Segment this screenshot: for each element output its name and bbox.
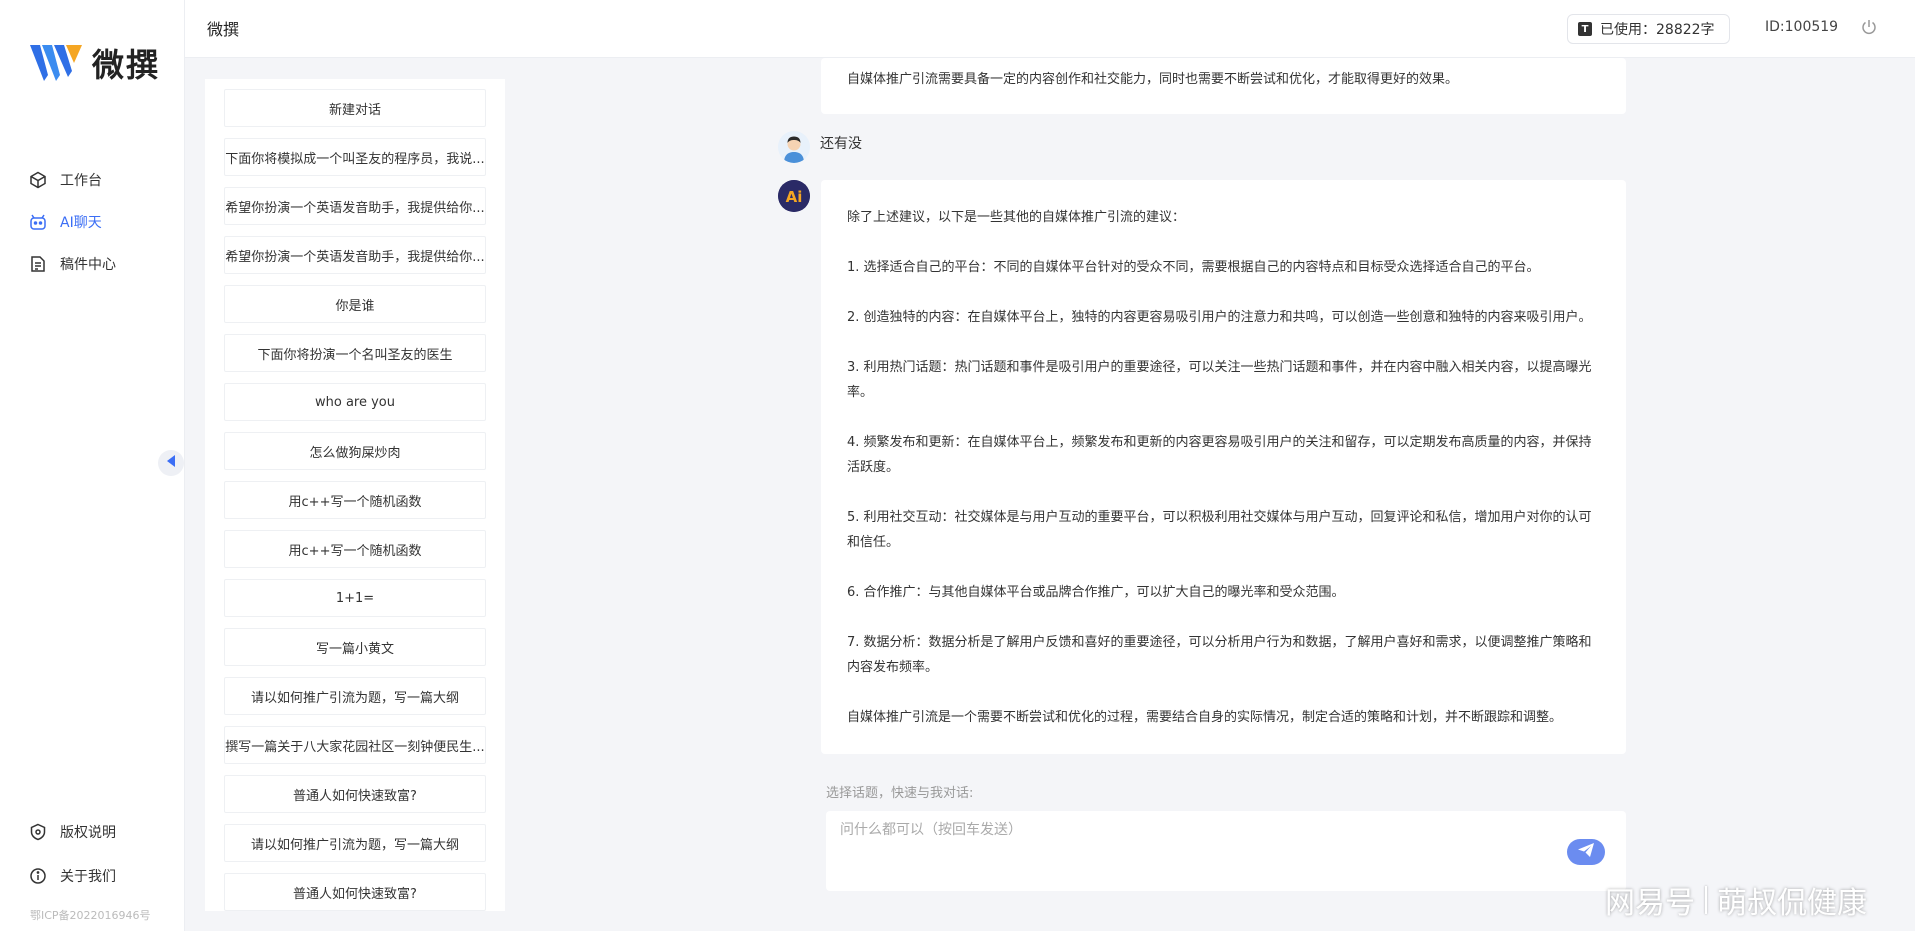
robot-icon — [28, 212, 48, 232]
chat-input-box — [826, 811, 1626, 891]
usage-badge: T 已使用： 28822字 — [1567, 14, 1730, 44]
document-icon — [28, 254, 48, 274]
power-icon[interactable] — [1860, 18, 1880, 38]
text-count-icon: T — [1578, 22, 1592, 36]
conversation-item[interactable]: 下面你将模拟成一个叫圣友的程序员，我说... — [224, 138, 486, 176]
app-logo[interactable]: 微撰 — [30, 40, 160, 86]
ai-message-bubble-previous: 自媒体推广引流需要具备一定的内容创作和社交能力，同时也需要不断尝试和优化，才能取… — [821, 58, 1626, 114]
ai-reply-point-3: 3. 利用热门话题：热门话题和事件是吸引用户的重要途径，可以关注一些热门话题和事… — [847, 360, 1592, 400]
ai-reply-point-4: 4. 频繁发布和更新：在自媒体平台上，频繁发布和更新的内容更容易吸引用户的关注和… — [847, 435, 1592, 475]
logo-text: 微撰 — [92, 46, 161, 84]
conversation-item[interactable]: 用c++写一个随机函数 — [224, 530, 486, 568]
nav-item-label: AI聊天 — [60, 215, 102, 231]
topic-label: 选择话题，快速与我对话: — [826, 786, 974, 801]
conversation-item[interactable]: 你是谁 — [224, 285, 486, 323]
page-title: 微撰 — [207, 20, 240, 39]
cube-icon — [28, 170, 48, 190]
watermark-divider — [1705, 886, 1707, 914]
conversation-item[interactable]: 希望你扮演一个英语发音助手，我提供给你... — [224, 187, 486, 225]
usage-label: 已使用： — [1600, 22, 1656, 38]
conversation-item[interactable]: 写一篇小黄文 — [224, 628, 486, 666]
logo-mark-icon — [30, 41, 86, 85]
info-icon — [28, 866, 48, 886]
chat-input[interactable] — [840, 819, 1580, 879]
icp-license[interactable]: 鄂ICP备2022016946号 — [30, 907, 151, 923]
shield-icon — [28, 822, 48, 842]
conversation-item[interactable]: 普通人如何快速致富? — [224, 873, 486, 911]
conversation-item[interactable]: 普通人如何快速致富? — [224, 775, 486, 813]
conversation-item[interactable]: 怎么做狗屎炒肉 — [224, 432, 486, 470]
ai-message-text: 自媒体推广引流需要具备一定的内容创作和社交能力，同时也需要不断尝试和优化，才能取… — [847, 72, 1459, 87]
send-button[interactable] — [1567, 839, 1605, 865]
conversation-item[interactable]: 下面你将扮演一个名叫圣友的医生 — [224, 334, 486, 372]
ai-reply-point-1: 1. 选择适合自己的平台：不同的自媒体平台针对的受众不同，需要根据自己的内容特点… — [847, 260, 1540, 275]
conversation-item[interactable]: who are you — [224, 383, 486, 421]
nav-item-label: 稿件中心 — [60, 257, 116, 273]
ai-reply-summary: 自媒体推广引流是一个需要不断尝试和优化的过程，需要结合自身的实际情况，制定合适的… — [847, 710, 1563, 725]
conversation-list: 新建对话 下面你将模拟成一个叫圣友的程序员，我说... 希望你扮演一个英语发音助… — [205, 79, 505, 911]
user-id: ID:100519 — [1765, 19, 1839, 35]
watermark-right: 萌叔侃健康 — [1717, 886, 1867, 921]
conversation-item[interactable]: 1+1= — [224, 579, 486, 617]
conversation-item[interactable]: 希望你扮演一个英语发音助手，我提供给你... — [224, 236, 486, 274]
new-chat-button[interactable]: 新建对话 — [224, 89, 486, 127]
ai-reply-point-2: 2. 创造独特的内容：在自媒体平台上，独特的内容更容易吸引用户的注意力和共鸣，可… — [847, 310, 1592, 325]
conversation-item[interactable]: 撰写一篇关于八大家花园社区一刻钟便民生... — [224, 726, 486, 764]
usage-value: 28822字 — [1656, 22, 1715, 38]
conversation-item[interactable]: 请以如何推广引流为题，写一篇大纲 — [224, 824, 486, 862]
ai-avatar: Ai — [778, 180, 810, 212]
paper-plane-icon — [1577, 842, 1595, 862]
collapse-sidebar-button[interactable] — [158, 450, 184, 476]
ai-reply-point-7: 7. 数据分析：数据分析是了解用户反馈和喜好的重要途径，可以分析用户行为和数据，… — [847, 635, 1592, 675]
nav-item-about[interactable]: 关于我们 — [28, 866, 116, 886]
nav-item-manuscripts[interactable]: 稿件中心 — [28, 254, 116, 274]
conversation-item[interactable]: 请以如何推广引流为题，写一篇大纲 — [224, 677, 486, 715]
user-message-text: 还有没 — [820, 136, 862, 152]
nav-item-label: 关于我们 — [60, 869, 116, 885]
nav-item-ai-chat[interactable]: AI聊天 — [28, 212, 102, 232]
watermark-left: 网易号 — [1605, 886, 1695, 921]
nav-item-label: 工作台 — [60, 173, 102, 189]
user-avatar — [778, 131, 810, 163]
conversation-item[interactable]: 用c++写一个随机函数 — [224, 481, 486, 519]
nav-item-workbench[interactable]: 工作台 — [28, 170, 102, 190]
top-bar: 微撰 T 已使用： 28822字 ID:100519 — [185, 0, 1915, 58]
nav-item-copyright[interactable]: 版权说明 — [28, 822, 116, 842]
ai-reply-intro: 除了上述建议，以下是一些其他的自媒体推广引流的建议： — [847, 210, 1186, 225]
ai-reply-point-6: 6. 合作推广：与其他自媒体平台或品牌合作推广，可以扩大自己的曝光率和受众范围。 — [847, 585, 1345, 600]
watermark: 网易号 萌叔侃健康 — [1605, 878, 1867, 922]
nav-item-label: 版权说明 — [60, 825, 116, 841]
caret-left-icon — [166, 454, 176, 472]
ai-reply-point-5: 5. 利用社交互动：社交媒体是与用户互动的重要平台，可以积极利用社交媒体与用户互… — [847, 510, 1592, 550]
svg-text:Ai: Ai — [786, 188, 803, 206]
